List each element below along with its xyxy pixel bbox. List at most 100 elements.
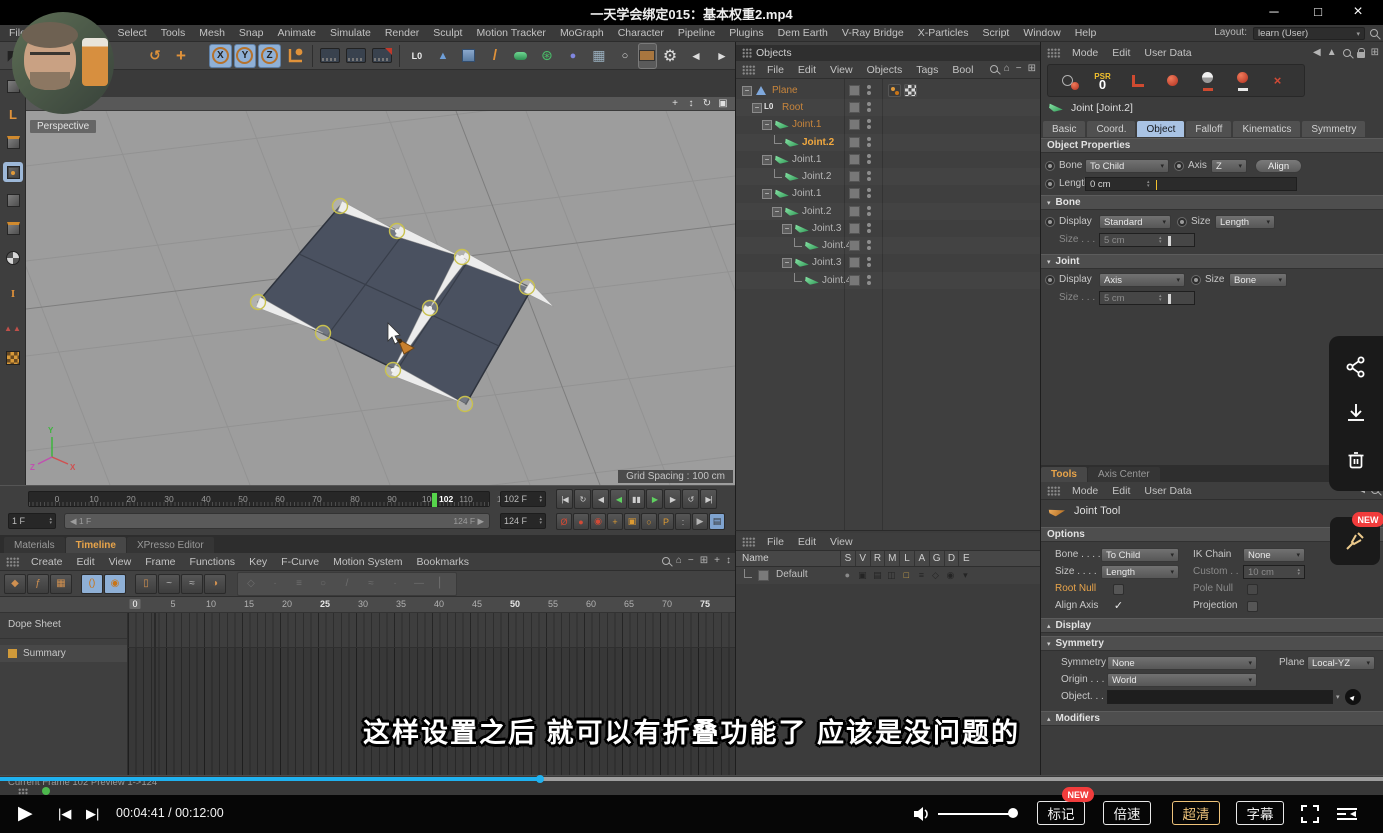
tree-row-joint3a[interactable]: − Joint.3	[736, 220, 1040, 237]
tab-coord[interactable]: Coord.	[1087, 121, 1135, 137]
tab-xpresso[interactable]: XPresso Editor	[127, 537, 214, 553]
key-radio[interactable]	[1191, 275, 1201, 285]
timeline-scrollbar[interactable]: ◀ 1 F 124 F ▶	[64, 513, 490, 529]
render-settings-icon[interactable]	[370, 44, 394, 68]
volume-knob[interactable]	[1008, 808, 1018, 818]
zoom-view-icon[interactable]: ↕	[683, 97, 699, 111]
key-tool-button[interactable]: ▦	[50, 574, 72, 594]
key-tool-button[interactable]: ƒ	[27, 574, 49, 594]
tab-kinematics[interactable]: Kinematics	[1233, 121, 1300, 137]
menu-item[interactable]: Animate	[270, 27, 323, 39]
filter-button[interactable]: ▯	[135, 574, 157, 594]
position-key-icon[interactable]	[1155, 66, 1190, 95]
search-icon[interactable]	[1370, 29, 1378, 37]
column-header[interactable]: V	[855, 551, 870, 566]
root-null-checkbox[interactable]	[1113, 584, 1124, 595]
key-radio[interactable]	[1045, 275, 1055, 285]
animation-icon[interactable]: ≡	[914, 570, 929, 580]
key-radio[interactable]	[1045, 217, 1055, 227]
z-axis-lock-button[interactable]: Z	[258, 44, 281, 68]
mograph-icon[interactable]: ⊛	[535, 44, 559, 68]
tab-falloff[interactable]: Falloff	[1186, 121, 1231, 137]
menu-item[interactable]: Pipeline	[671, 27, 722, 39]
menu-item[interactable]: View	[823, 64, 860, 76]
search-icon[interactable]	[990, 65, 998, 73]
gear-icon[interactable]: ⚙	[658, 44, 682, 68]
goto-start-button[interactable]: |◀	[556, 489, 573, 509]
history-back-icon[interactable]: ◀	[1313, 47, 1321, 58]
points-mode-icon[interactable]	[3, 162, 23, 182]
playhead[interactable]	[432, 493, 437, 507]
tree-label[interactable]: Joint.1	[792, 154, 821, 165]
length-field[interactable]: 0 cm▴▾	[1085, 177, 1297, 191]
share-icon[interactable]	[1344, 355, 1368, 379]
dopesheet-ruler[interactable]: 051015202530354045505560657075	[0, 597, 735, 613]
section-object-properties[interactable]: Object Properties	[1041, 138, 1383, 153]
lock-icon[interactable]: □	[899, 570, 914, 580]
tab-basic[interactable]: Basic	[1043, 121, 1085, 137]
align-axis-checkbox[interactable]: ✓	[1113, 601, 1124, 612]
key-radio[interactable]	[1174, 161, 1184, 171]
rotate-view-icon[interactable]: ↻	[699, 97, 715, 111]
tab-timeline[interactable]: Timeline	[66, 537, 126, 553]
menu-item[interactable]: Edit	[1105, 485, 1137, 497]
layer-swatch[interactable]	[849, 154, 860, 165]
tree-label[interactable]: Joint.2	[802, 171, 831, 182]
menu-item[interactable]: User Data	[1137, 47, 1198, 59]
tree-row-joint4a[interactable]: Joint.4	[736, 237, 1040, 254]
menu-item[interactable]: Key	[242, 556, 274, 568]
visibility-dots[interactable]	[867, 188, 871, 198]
tree-row-joint1b[interactable]: − Joint.1	[736, 151, 1040, 168]
layer-swatch[interactable]	[849, 119, 860, 130]
record-button[interactable]: ▤	[709, 513, 725, 530]
filter-button[interactable]: ◑	[204, 574, 226, 594]
symmetry-dropdown[interactable]: None▾	[1107, 656, 1257, 670]
visibility-dots[interactable]	[867, 85, 871, 95]
play-button[interactable]: ▶	[18, 802, 33, 825]
layer-swatch[interactable]	[849, 85, 860, 96]
start-frame-field[interactable]: 1 F▴▾	[8, 513, 56, 529]
null-object-icon[interactable]: L0	[405, 44, 429, 68]
object-picker-icon[interactable]: ▲	[1345, 689, 1361, 705]
record-button[interactable]: +	[607, 513, 623, 530]
delete-icon[interactable]	[1344, 448, 1368, 472]
menu-item[interactable]: View	[102, 556, 139, 568]
menu-item[interactable]: File	[760, 536, 791, 548]
active-mode-button[interactable]: ◉	[104, 574, 126, 594]
pan-view-icon[interactable]: +	[667, 97, 683, 111]
panel-grip-icon[interactable]	[1047, 486, 1061, 496]
tree-row-joint2c[interactable]: − Joint.2	[736, 203, 1040, 220]
dock-icon[interactable]: ⊞	[1371, 47, 1379, 58]
column-header[interactable]: M	[884, 551, 899, 566]
video-progress-track[interactable]	[0, 777, 1383, 781]
key-radio[interactable]	[1177, 217, 1187, 227]
rotation-key-icon[interactable]	[1225, 66, 1260, 95]
menu-item[interactable]: Edit	[1105, 47, 1137, 59]
visibility-dots[interactable]	[867, 275, 871, 285]
visibility-dots[interactable]	[867, 223, 871, 233]
layer-swatch[interactable]	[849, 102, 860, 113]
section-display[interactable]: ▴Display	[1041, 618, 1383, 633]
speed-button[interactable]: 倍速	[1103, 801, 1151, 825]
dock-icon[interactable]: ⊞	[1028, 63, 1036, 74]
panel-grip-icon[interactable]	[742, 537, 756, 547]
menu-item[interactable]: Select	[111, 27, 154, 39]
coord-system-icon[interactable]	[283, 44, 307, 68]
menu-item[interactable]: Character	[611, 27, 671, 39]
menu-item[interactable]: Edit	[70, 556, 102, 568]
layer-color-swatch[interactable]	[758, 570, 769, 581]
tab-axis-center[interactable]: Axis Center	[1088, 467, 1160, 482]
menu-item[interactable]: Dem Earth	[771, 27, 835, 39]
expressions-icon[interactable]: ▾	[958, 570, 973, 581]
search-icon[interactable]	[662, 557, 670, 565]
menu-item[interactable]: Functions	[183, 556, 243, 568]
quantize-icon[interactable]	[3, 348, 23, 368]
video-progress-knob[interactable]	[536, 775, 544, 783]
model-mode-icon[interactable]: L	[3, 104, 23, 124]
tree-label[interactable]: Joint.4	[822, 240, 851, 251]
align-button[interactable]: Align	[1255, 159, 1302, 173]
plane-dropdown[interactable]: Local-YZ▾	[1307, 656, 1375, 670]
volume-slider[interactable]	[938, 813, 1010, 815]
next-layout-icon[interactable]: ►	[710, 44, 734, 68]
record-button[interactable]: :	[675, 513, 691, 530]
